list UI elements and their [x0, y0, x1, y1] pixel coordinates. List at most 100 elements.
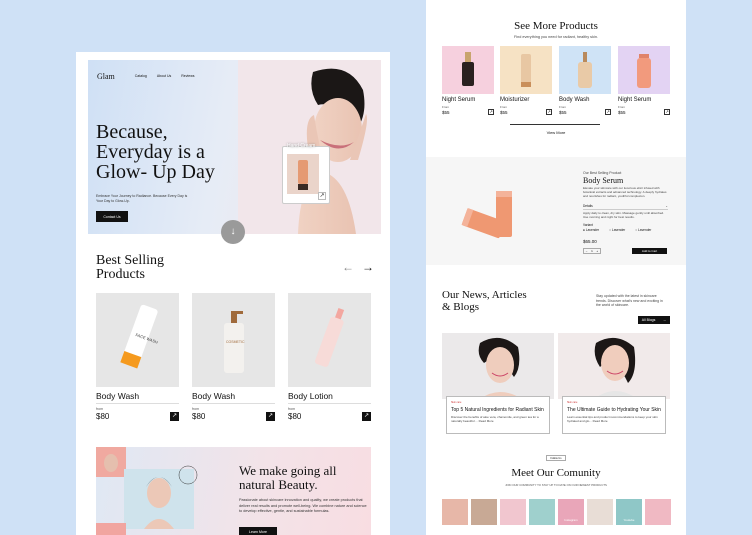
scroll-down-button[interactable]: ↓ — [221, 220, 245, 244]
see-more-subtitle: Find everything you need for radiant, he… — [513, 35, 598, 39]
arrow-icon[interactable]: ↗ — [664, 109, 670, 115]
community-gallery: Instagram Youtube — [442, 499, 671, 525]
nav-about[interactable]: About Us — [157, 74, 171, 78]
blog-card[interactable]: Skin care Top 5 Natural Ingredients for … — [442, 333, 554, 434]
arrow-icon[interactable]: ↗ — [546, 109, 552, 115]
nav-reviews[interactable]: Reviews — [181, 74, 194, 78]
product-from: From — [500, 105, 507, 109]
product-card[interactable]: Body Wash From $55 ↗ — [559, 46, 611, 115]
blog-title[interactable]: The Ultimate Guide to Hydrating Your Ski… — [567, 407, 665, 413]
product-card[interactable]: Night Serum From $55 ↗ — [442, 46, 494, 115]
blog-card-content: Skin care Top 5 Natural Ingredients for … — [446, 396, 550, 434]
natural-beauty-section: We make going all natural Beauty. Passio… — [96, 447, 371, 535]
all-blogs-button[interactable]: All Blogs → — [638, 316, 670, 324]
details-label: Details — [583, 204, 593, 208]
blog-tag: Skin care — [451, 401, 462, 404]
variant-options: ● Lavender ○ Lavender ○ Lavender — [583, 228, 668, 232]
hero-section: Glam Catalog About Us Reviews LA | EN ○ … — [88, 60, 381, 234]
variant-radio[interactable]: ● Lavender — [583, 228, 599, 232]
gallery-tile[interactable] — [471, 499, 497, 525]
product-price: $80 — [96, 412, 110, 421]
contact-us-button[interactable]: Contact Us — [96, 211, 128, 222]
nav-catalog[interactable]: Catalog — [135, 74, 147, 78]
youtube-tile[interactable]: Youtube — [616, 499, 642, 525]
gallery-tile[interactable] — [529, 499, 555, 525]
blog-image — [442, 333, 554, 399]
blog-card-content: Skin care The Ultimate Guide to Hydratin… — [562, 396, 666, 434]
blog-excerpt: Learn essential tips and product recomme… — [567, 415, 658, 423]
product-price: $55 — [559, 110, 567, 115]
blog-card[interactable]: Skin care The Ultimate Guide to Hydratin… — [558, 333, 670, 434]
hand-cream-image — [287, 154, 319, 194]
arrow-icon[interactable]: ↗ — [488, 109, 494, 115]
product-price: $55 — [442, 110, 450, 115]
product-name: Body Wash — [192, 391, 275, 404]
product-card[interactable]: Moisturizer From $55 ↗ — [500, 46, 552, 115]
hand-cream-label: Hand Cream — [287, 143, 316, 149]
instagram-label: Instagram — [564, 518, 578, 522]
see-more-title: See More Products — [514, 20, 598, 32]
detail-price: $65.00 — [583, 239, 597, 244]
product-name: Moisturizer — [500, 97, 530, 103]
arrow-right-icon[interactable]: → — [362, 260, 374, 274]
product-image — [442, 46, 494, 94]
variant-radio[interactable]: ○ Lavender — [635, 228, 651, 232]
quantity-stepper[interactable]: − 1 + — [583, 248, 601, 254]
logo[interactable]: Glam — [97, 72, 115, 81]
view-more-link[interactable]: View More — [426, 130, 686, 135]
arrow-icon[interactable]: ↗ — [170, 412, 179, 421]
all-blogs-label: All Blogs — [641, 318, 656, 322]
community-title: Meet Our Comunity — [511, 467, 601, 479]
gallery-tile[interactable] — [587, 499, 613, 525]
product-image — [500, 46, 552, 94]
blog-tag: Skin care — [567, 401, 578, 404]
gallery-tile[interactable] — [500, 499, 526, 525]
hero-title: Because, Everyday is a Glow- Up Day — [96, 121, 215, 183]
learn-more-button[interactable]: Learn More — [239, 527, 277, 535]
gallery-tile[interactable] — [442, 499, 468, 525]
follow-us-badge[interactable]: Follow Us — [546, 455, 566, 461]
gallery-tile[interactable] — [645, 499, 671, 525]
detail-description: Elevate your skincare with our luxurious… — [583, 186, 667, 198]
plus-icon[interactable]: + — [596, 249, 598, 253]
product-image: FACE WASH — [96, 293, 179, 387]
blog-image — [558, 333, 670, 399]
product-price: $80 — [288, 412, 302, 421]
product-name: Night Serum — [618, 97, 652, 103]
hand-cream-card[interactable]: Hand Cream ↗ — [282, 143, 330, 204]
arrow-icon[interactable]: ↗ — [318, 192, 326, 200]
product-image — [288, 293, 371, 387]
product-card[interactable]: Night Serum From $55 ↗ — [618, 46, 670, 115]
arrow-icon[interactable]: ↗ — [605, 109, 611, 115]
product-from: from — [96, 407, 103, 411]
best-selling-title: Best Selling Products — [96, 253, 165, 282]
instagram-tile[interactable]: Instagram — [558, 499, 584, 525]
blog-title[interactable]: Top 5 Natural Ingredients for Radiant Sk… — [451, 407, 549, 413]
product-label-text: COSMETIC — [226, 340, 245, 344]
product-from: from — [192, 407, 199, 411]
minus-icon[interactable]: − — [586, 249, 588, 253]
carousel-progress — [510, 124, 600, 125]
hero-subtitle: Embrace Your Journey to Radiance. Becaus… — [96, 194, 188, 203]
product-card[interactable]: Body Lotion from $80 ↗ — [288, 293, 371, 421]
product-name: Night Serum — [442, 97, 476, 103]
chevron-down-icon: ⌄ — [665, 204, 668, 208]
quantity-value: 1 — [591, 249, 593, 253]
body-serum-image — [461, 191, 512, 239]
natural-beauty-text: Passionate about skincare innovation and… — [239, 498, 367, 513]
details-accordion[interactable]: Details ⌄ — [583, 204, 668, 210]
product-image — [559, 46, 611, 94]
arrow-icon[interactable]: ↗ — [266, 412, 275, 421]
product-image — [618, 46, 670, 94]
product-from: From — [618, 105, 625, 109]
arrow-left-icon[interactable]: ← — [342, 260, 354, 274]
variant-radio[interactable]: ○ Lavender — [609, 228, 625, 232]
product-card[interactable]: FACE WASH Body Wash from $80 ↗ — [96, 293, 179, 421]
product-card[interactable]: COSMETIC Body Wash from $80 ↗ — [192, 293, 275, 421]
arrow-icon[interactable]: ↗ — [362, 412, 371, 421]
product-price: $55 — [618, 110, 626, 115]
product-image: COSMETIC — [192, 293, 275, 387]
community-subtitle: JOIN OUR COMMUNITY TO STAY UP TO DATE ON… — [505, 483, 607, 487]
landing-page-left: Glam Catalog About Us Reviews LA | EN ○ … — [76, 52, 390, 535]
add-to-cart-button[interactable]: Add to Cart — [632, 248, 667, 254]
